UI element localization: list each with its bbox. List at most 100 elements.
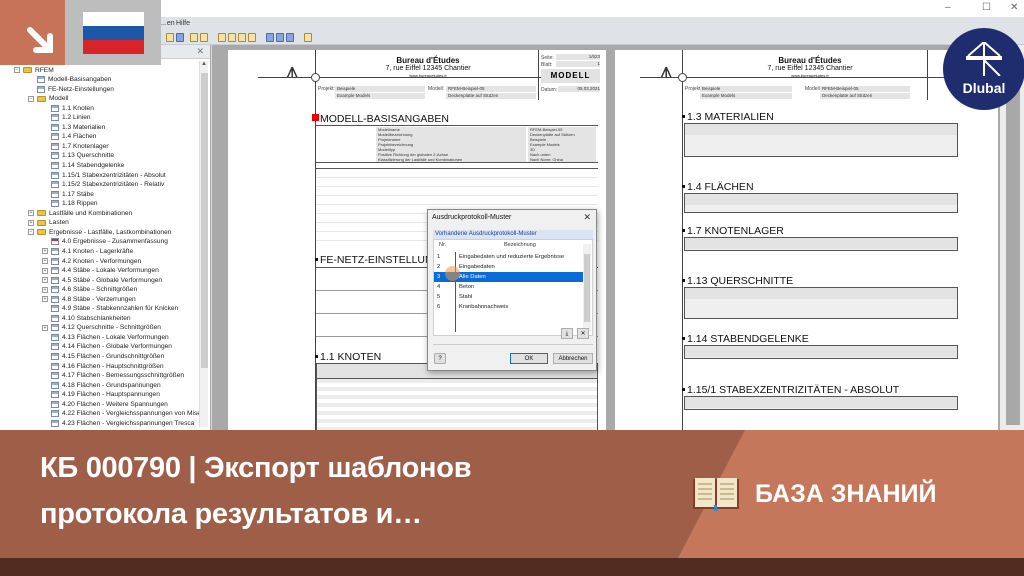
expand-toggle-icon[interactable]: + [42, 286, 48, 293]
tree-item[interactable]: 4.9 Stäbe - Stabkennzahlen für Knicken [42, 304, 178, 314]
tree-item[interactable]: 1.1 Knoten [42, 103, 94, 113]
tree-item-label: 1.13 Querschnitte [62, 152, 115, 160]
tree-item[interactable]: 4.14 Flächen - Globale Verformungen [42, 342, 172, 352]
tree-item[interactable]: − Ergebnisse - Lastfälle, Lastkombination… [28, 227, 171, 237]
expand-toggle-icon[interactable]: − [28, 229, 34, 236]
expand-toggle-icon[interactable]: + [42, 267, 48, 274]
tree-item[interactable]: 4.10 Stabschlankheiten [42, 313, 131, 323]
toolbar-button-icon[interactable] [166, 33, 174, 42]
expand-toggle-icon[interactable]: + [42, 277, 48, 284]
tree-item[interactable]: 4.13 Flächen - Lokale Verformungen [42, 332, 169, 342]
toolbar-button-icon[interactable] [190, 33, 198, 42]
toolbar-button-icon[interactable] [228, 33, 236, 42]
expand-toggle-icon[interactable]: + [42, 324, 48, 331]
tree-scrollbar[interactable]: ▲ [199, 61, 208, 427]
tree-item-label: 4.14 Flächen - Globale Verformungen [62, 343, 172, 351]
tree-item[interactable]: +4.4 Stäbe - Lokale Verformungen [42, 266, 159, 276]
import-template-icon[interactable]: ⤓ [561, 328, 573, 339]
menu-item[interactable]: ...en [161, 20, 175, 27]
download-badge[interactable] [0, 0, 65, 65]
tree-item[interactable]: − RFEM [14, 65, 54, 75]
cancel-button[interactable]: Abbrechen [553, 353, 593, 364]
ok-button[interactable]: OK [510, 353, 548, 364]
table-icon [51, 171, 59, 179]
tree-item[interactable]: 4.22 Flächen - Vergleichsspannungen von … [42, 409, 204, 419]
template-row[interactable]: 1 Eingabedaten und reduzierte Ergebnisse [434, 252, 584, 262]
toolbar-button-icon[interactable] [218, 33, 226, 42]
toolbar-button-icon[interactable] [248, 33, 256, 42]
tree-item[interactable]: 1.15/1 Stabexzentrizitäten - Absolut [42, 170, 166, 180]
template-row[interactable]: 5 Stahl [434, 292, 584, 302]
tree-item[interactable]: 1.13 Querschnitte [42, 151, 114, 161]
expand-toggle-icon[interactable]: − [28, 95, 34, 102]
print-preview: ⩚ Bureau d'Études 7, rue Eiffel 12345 Cha… [212, 45, 1024, 430]
data-table [684, 396, 958, 410]
tree-item[interactable]: 1.15/2 Stabexzentrizitäten - Relativ [42, 180, 164, 190]
scrollbar-thumb[interactable] [201, 73, 208, 368]
expand-toggle-icon[interactable]: + [42, 248, 48, 255]
scrollbar-thumb[interactable] [1006, 50, 1020, 425]
sheet-number: 1 [556, 61, 600, 67]
toolbar-button-icon[interactable] [266, 33, 274, 42]
row-name: Eingabedaten und reduzierte Ergebnisse [459, 254, 565, 260]
table-icon [51, 410, 59, 418]
tree-item-label: 4.20 Flächen - Weitere Spannungen [62, 400, 168, 408]
tree-item[interactable]: +4.8 Stäbe - Verzerrungen [42, 294, 136, 304]
toolbar-button-icon[interactable] [176, 33, 184, 42]
tree-item[interactable]: 1.3 Materialien [42, 122, 105, 132]
report-page-right: ⩚ Bureau d'Études 7, rue Eiffel 12345 Cha… [615, 50, 998, 430]
tree-item[interactable]: + Lastfälle und Kombinationen [28, 208, 132, 218]
toolbar-button-icon[interactable] [304, 33, 312, 42]
template-row[interactable]: 6 Kranbahnnachweis [434, 302, 584, 312]
tree-item[interactable]: Modell-Basisangaben [28, 75, 111, 85]
tree-item[interactable]: +4.12 Querschnitte - Schnittgrößen [42, 323, 161, 333]
toolbar-button-icon[interactable] [286, 33, 294, 42]
expand-toggle-icon[interactable]: + [42, 258, 48, 264]
expand-toggle-icon[interactable]: + [28, 219, 34, 226]
maximize-button[interactable]: ☐ [982, 2, 991, 13]
toolbar-button-icon[interactable] [238, 33, 246, 42]
tree-item[interactable]: − Modell [28, 94, 68, 104]
tree-item[interactable]: 1.4 Flächen [42, 132, 96, 142]
template-row[interactable]: 4 Beton [434, 282, 584, 292]
tree-item[interactable]: 1.18 Rippen [42, 199, 98, 209]
tree-item[interactable]: 4.23 Flächen - Vergleichsspannungen Tres… [42, 418, 194, 428]
close-button[interactable]: ✕ [1010, 2, 1018, 13]
tree-item-label: 4.9 Stäbe - Stabkennzahlen für Knicken [62, 305, 179, 313]
tree-item[interactable]: 4.0 Ergebnisse - Zusammenfassung [42, 237, 168, 247]
expand-toggle-icon[interactable]: + [42, 296, 48, 303]
expand-toggle-icon[interactable]: + [28, 210, 34, 217]
menu-help[interactable]: Hilfe [176, 20, 190, 27]
tree-item[interactable]: 1.2 Linien [42, 113, 91, 123]
tree-item[interactable]: +4.6 Stäbe - Schnittgrößen [42, 285, 137, 295]
tree-item[interactable]: 4.20 Flächen - Weitere Spannungen [42, 399, 168, 409]
tree-item[interactable]: +4.1 Knoten - Lagerkräfte [42, 246, 133, 256]
help-button[interactable]: ? [434, 353, 446, 364]
tree-item[interactable]: +4.5 Stäbe - Globale Verformungen [42, 275, 162, 285]
dialog-close-button[interactable]: ✕ [583, 212, 591, 223]
tree-item[interactable]: 4.17 Flächen - Bemessungsschnittgrößen [42, 371, 184, 381]
scroll-up-icon[interactable]: ▲ [201, 61, 207, 67]
tree-item[interactable]: 4.19 Flächen - Hauptspannungen [42, 390, 160, 400]
label: Datum: [541, 87, 558, 93]
toolbar-button-icon[interactable] [200, 33, 208, 42]
expand-toggle-icon[interactable]: − [14, 67, 20, 73]
tree-item[interactable]: 1.7 Knotenlager [42, 141, 109, 151]
close-panel-icon[interactable]: ✕ [196, 46, 204, 57]
list-scrollbar[interactable] [583, 244, 591, 332]
section-heading: 1.4 FLÄCHEN [682, 181, 754, 193]
tree-item[interactable]: 1.17 Stäbe [42, 189, 94, 199]
minimize-button[interactable]: – [945, 2, 951, 13]
delete-template-icon[interactable]: ✕ [577, 328, 589, 339]
tree-item-label: 1.18 Rippen [62, 200, 98, 208]
tree-item[interactable]: 1.14 Stabendgelenke [42, 161, 124, 171]
tree-item[interactable]: + Lasten [28, 218, 69, 228]
tree-item[interactable]: FE-Netz-Einstellungen [28, 84, 114, 94]
tree-item[interactable]: 4.16 Flächen - Hauptschnittgrößen [42, 361, 164, 371]
table-icon [51, 372, 59, 380]
tree-item[interactable]: 4.15 Flächen - Grundschnittgrößen [42, 352, 164, 362]
toolbar-button-icon[interactable] [276, 33, 284, 42]
tree-item[interactable]: 4.18 Flächen - Grundspannungen [42, 380, 161, 390]
row-nr: 4 [437, 284, 441, 290]
tree-item[interactable]: +4.2 Knoten - Verformungen [42, 256, 141, 266]
